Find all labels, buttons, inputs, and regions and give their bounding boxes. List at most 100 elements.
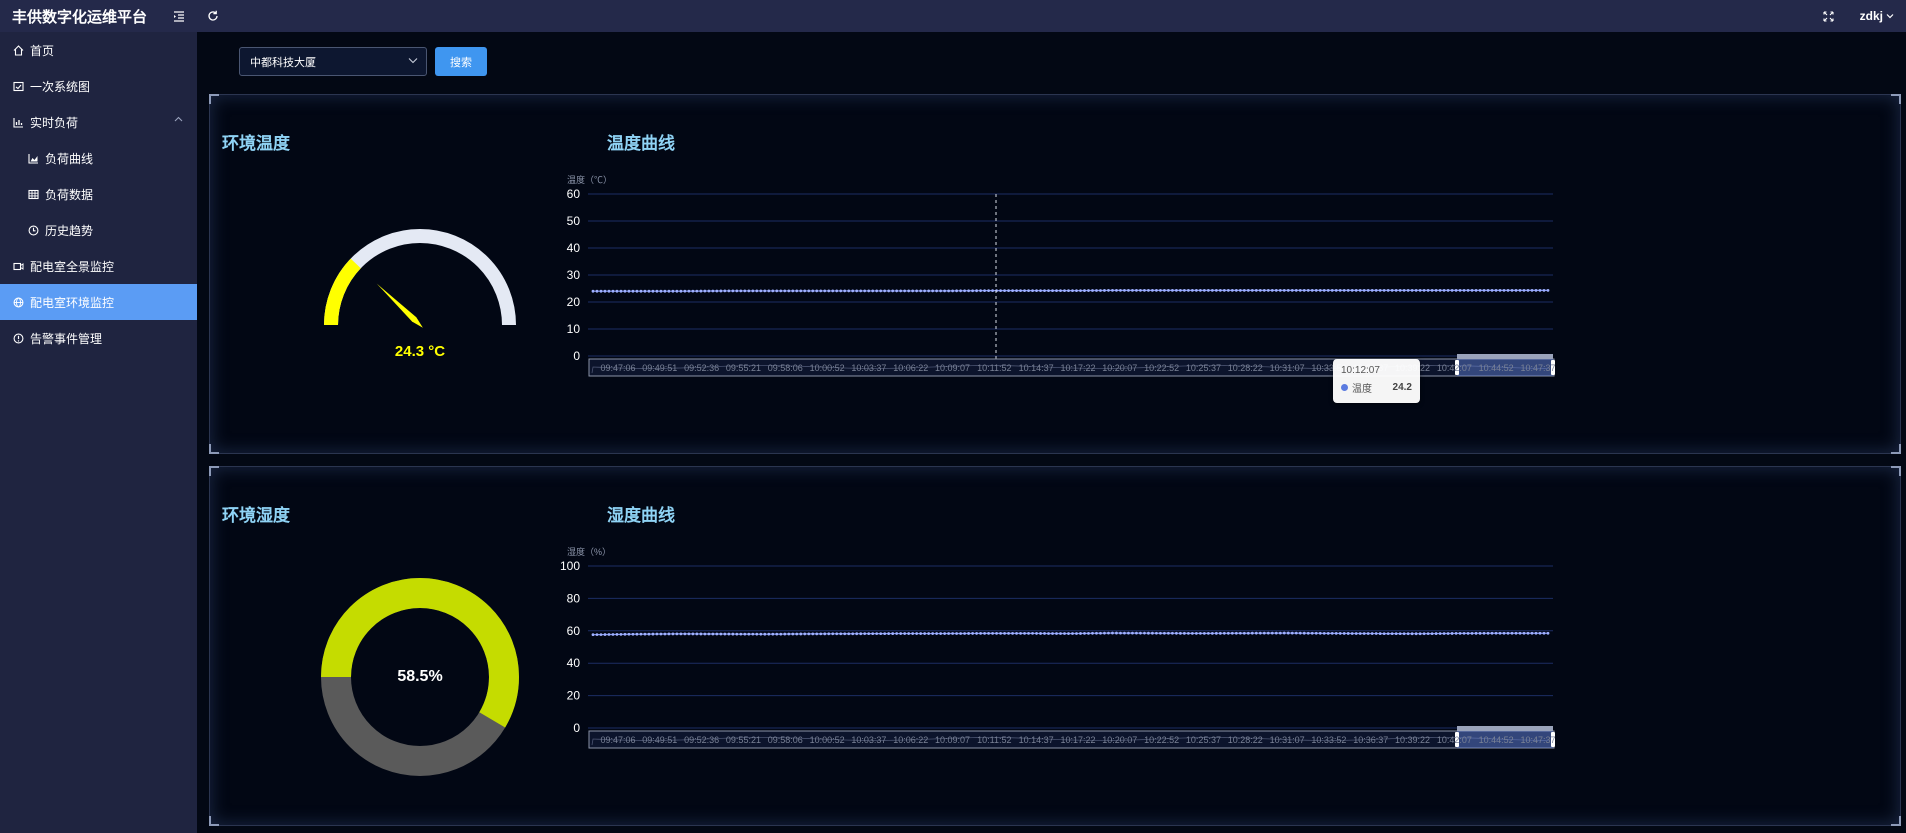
menu-collapse-icon[interactable] xyxy=(162,0,196,32)
data-point xyxy=(1190,631,1194,635)
sidebar-item-panorama-monitor[interactable]: 配电室全景监控 xyxy=(0,248,197,284)
data-point xyxy=(935,632,939,635)
sidebar-item-realtime-load[interactable]: 实时负荷 xyxy=(0,104,197,140)
data-point xyxy=(1151,288,1154,292)
data-point xyxy=(803,632,807,636)
data-point xyxy=(1362,632,1366,635)
data-point xyxy=(1458,632,1462,635)
data-point xyxy=(1486,288,1490,292)
sidebar-item-system-diagram[interactable]: 一次系统图 xyxy=(0,68,197,104)
data-point xyxy=(1226,288,1230,292)
data-point xyxy=(1318,631,1322,635)
data-point xyxy=(595,633,599,637)
data-point xyxy=(1414,288,1418,292)
data-point xyxy=(819,289,823,293)
data-point xyxy=(1506,288,1510,292)
data-point xyxy=(835,632,839,636)
data-point xyxy=(1314,631,1318,635)
data-point xyxy=(1023,289,1026,293)
data-point xyxy=(923,632,927,635)
data-point xyxy=(819,632,823,636)
x-tick-label: 10:20:07 xyxy=(1102,363,1137,373)
data-point xyxy=(783,289,787,293)
x-tick-label: 09:55:21 xyxy=(726,363,761,373)
data-point xyxy=(767,289,771,293)
data-point xyxy=(1067,632,1070,635)
fullscreen-icon[interactable] xyxy=(1812,0,1846,32)
data-point xyxy=(699,289,703,293)
x-tick-label: 10:06:22 xyxy=(893,363,928,373)
data-point xyxy=(1446,288,1450,292)
data-point xyxy=(903,632,907,635)
data-point xyxy=(879,289,883,293)
sidebar-item-alarm-events[interactable]: 告警事件管理 xyxy=(0,320,197,356)
data-point xyxy=(1059,289,1062,293)
data-point xyxy=(815,289,819,293)
search-button[interactable]: 搜索 xyxy=(435,47,487,76)
data-point xyxy=(1043,289,1046,293)
user-menu[interactable]: zdkj xyxy=(1846,9,1906,23)
data-point xyxy=(1398,288,1402,292)
data-point xyxy=(1514,631,1518,635)
building-select[interactable]: 中都科技大厦 xyxy=(239,47,427,76)
data-point xyxy=(1438,288,1442,292)
data-point xyxy=(867,632,871,636)
data-point xyxy=(779,289,783,293)
data-point xyxy=(807,632,811,636)
data-point xyxy=(1410,288,1414,292)
data-point xyxy=(603,289,607,293)
data-point xyxy=(883,289,887,293)
sidebar-item-load-curve[interactable]: 负荷曲线 xyxy=(0,140,197,176)
area-chart-icon xyxy=(27,152,39,164)
data-point xyxy=(1242,288,1246,292)
data-point xyxy=(1342,632,1346,635)
sidebar-item-load-data[interactable]: 负荷数据 xyxy=(0,176,197,212)
chevron-up-icon xyxy=(174,116,183,122)
data-point xyxy=(1310,288,1314,292)
data-point xyxy=(1079,289,1082,292)
data-point xyxy=(1075,632,1078,635)
data-point xyxy=(615,633,619,636)
data-point xyxy=(939,632,943,635)
data-point xyxy=(847,289,851,293)
data-point xyxy=(843,632,847,636)
data-point xyxy=(1498,631,1502,635)
data-point xyxy=(907,289,911,293)
data-point xyxy=(911,632,915,635)
x-tick-label: 10:22:52 xyxy=(1144,735,1179,745)
data-point xyxy=(1182,288,1186,292)
sidebar-item-history-trend[interactable]: 历史趋势 xyxy=(0,212,197,248)
data-point xyxy=(811,289,815,293)
data-point xyxy=(867,289,871,293)
data-point xyxy=(1494,288,1498,292)
data-point xyxy=(1119,288,1122,292)
refresh-icon[interactable] xyxy=(196,0,230,32)
data-point xyxy=(811,632,815,636)
data-point xyxy=(1027,289,1030,293)
data-point xyxy=(719,632,723,636)
x-tick-label: 10:31:07 xyxy=(1270,735,1305,745)
data-point xyxy=(659,632,663,636)
sidebar-item-home[interactable]: 首页 xyxy=(0,32,197,68)
data-point xyxy=(651,289,655,293)
data-point xyxy=(1198,631,1202,635)
data-point xyxy=(735,289,739,293)
data-point xyxy=(799,632,803,636)
data-point xyxy=(799,289,803,293)
sidebar-item-environment-monitor[interactable]: 配电室环境监控 xyxy=(0,284,197,320)
camera-icon xyxy=(12,260,24,272)
data-point xyxy=(1414,632,1418,636)
data-point xyxy=(1091,631,1094,635)
data-point xyxy=(647,289,651,293)
data-point xyxy=(1506,631,1510,635)
x-tick-label: 10:42:07 xyxy=(1437,363,1472,373)
data-point xyxy=(1031,289,1034,293)
data-point xyxy=(1003,631,1006,635)
data-point xyxy=(1222,288,1226,292)
x-tick-label: 09:47:06 xyxy=(600,363,635,373)
data-point xyxy=(739,289,743,293)
data-point xyxy=(759,289,763,293)
data-point xyxy=(771,632,775,636)
data-point xyxy=(639,632,643,636)
data-point xyxy=(739,632,743,636)
